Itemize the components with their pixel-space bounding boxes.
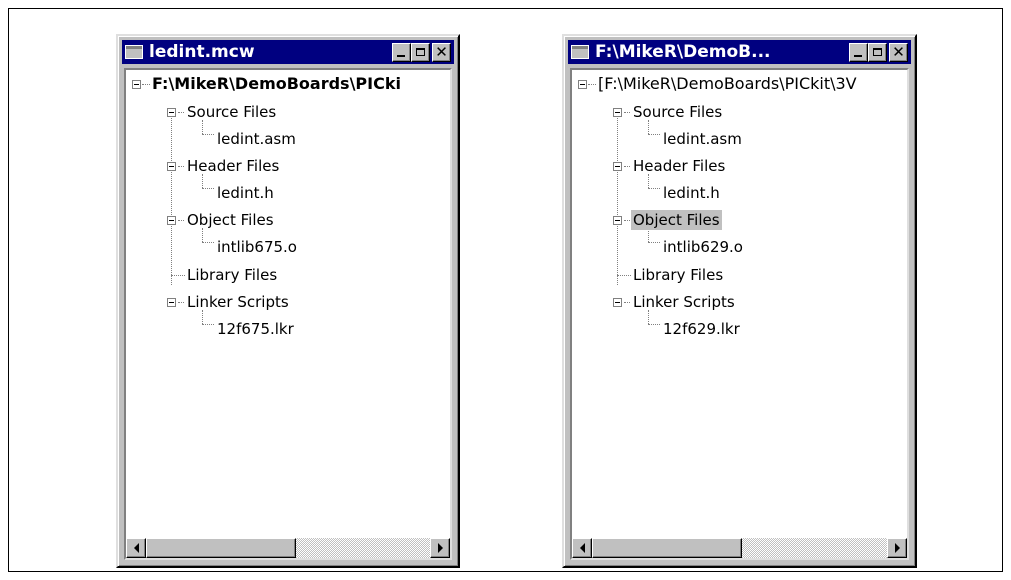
tree-folder-linker-scripts[interactable]: Linker Scripts	[187, 292, 289, 312]
tree-file-ledint-h[interactable]: ledint.h	[217, 183, 274, 203]
horizontal-scrollbar[interactable]	[572, 538, 907, 558]
scroll-thumb[interactable]	[146, 538, 296, 558]
tree-file-intlib675-o[interactable]: intlib675.o	[217, 237, 297, 257]
scroll-track[interactable]	[296, 538, 430, 558]
tree-line	[178, 112, 184, 113]
tree-line	[202, 174, 203, 188]
tree-line	[648, 310, 649, 324]
tree-line	[202, 242, 214, 243]
horizontal-scrollbar[interactable]	[126, 538, 450, 558]
tree-line	[624, 166, 630, 167]
arrow-left-icon	[579, 543, 585, 553]
tree-line	[624, 302, 630, 303]
title-bar[interactable]: F:\MikeR\DemoB... ✕	[568, 40, 911, 64]
tree-line	[142, 84, 150, 85]
project-tree-panel: F:\MikeR\DemoBoards\PICki Source Files l…	[124, 68, 452, 560]
minimize-button[interactable]	[392, 42, 411, 62]
collapse-toggle-root[interactable]	[578, 80, 587, 89]
tree-line	[202, 324, 214, 325]
tree-folder-library-files[interactable]: Library Files	[187, 265, 277, 285]
window-icon[interactable]	[571, 45, 589, 59]
tree-line	[624, 220, 630, 221]
close-icon: ✕	[435, 42, 448, 61]
tree-line	[648, 120, 649, 134]
arrow-right-icon	[437, 543, 443, 553]
close-button[interactable]: ✕	[889, 42, 908, 62]
tree-folder-source-files[interactable]: Source Files	[633, 102, 722, 122]
tree-file-intlib629-o[interactable]: intlib629.o	[663, 237, 743, 257]
window-title: F:\MikeR\DemoB...	[595, 42, 771, 62]
collapse-toggle-linker-scripts[interactable]	[613, 298, 622, 307]
scroll-right-button[interactable]	[430, 538, 450, 558]
collapse-toggle-object-files[interactable]	[167, 216, 176, 225]
scroll-left-button[interactable]	[126, 538, 146, 558]
project-tree: F:\MikeR\DemoBoards\PICki Source Files l…	[126, 70, 450, 534]
maximize-icon	[416, 48, 425, 56]
scroll-track[interactable]	[742, 538, 887, 558]
tree-root-project[interactable]: [F:\MikeR\DemoBoards\PICkit\3V	[598, 74, 857, 94]
collapse-toggle-source-files[interactable]	[613, 108, 622, 117]
arrow-right-icon	[894, 543, 900, 553]
title-bar[interactable]: ledint.mcw ✕	[122, 40, 454, 64]
minimize-button[interactable]	[849, 42, 868, 62]
tree-line	[648, 324, 660, 325]
project-window-demoboards: F:\MikeR\DemoB... ✕ [F:\MikeR\DemoBoards…	[562, 34, 917, 568]
tree-line	[648, 228, 649, 242]
tree-file-12f629-lkr[interactable]: 12f629.lkr	[663, 319, 740, 339]
project-window-ledint: ledint.mcw ✕ F:\MikeR\DemoBoards\PICki S…	[116, 34, 460, 568]
tree-line	[202, 310, 203, 324]
collapse-toggle-header-files[interactable]	[613, 162, 622, 171]
maximize-button[interactable]	[411, 42, 430, 62]
scroll-right-button[interactable]	[887, 538, 907, 558]
tree-root-project[interactable]: F:\MikeR\DemoBoards\PICki	[152, 74, 401, 94]
tree-line	[648, 134, 660, 135]
tree-line	[617, 275, 631, 276]
project-tree: [F:\MikeR\DemoBoards\PICkit\3V Source Fi…	[572, 70, 907, 534]
tree-line	[648, 242, 660, 243]
tree-line	[178, 302, 184, 303]
tree-folder-library-files[interactable]: Library Files	[633, 265, 723, 285]
tree-line	[624, 112, 630, 113]
scroll-left-button[interactable]	[572, 538, 592, 558]
tree-line	[648, 174, 649, 188]
collapse-toggle-header-files[interactable]	[167, 162, 176, 171]
window-icon[interactable]	[125, 45, 143, 59]
tree-file-12f675-lkr[interactable]: 12f675.lkr	[217, 319, 294, 339]
tree-folder-linker-scripts[interactable]: Linker Scripts	[633, 292, 735, 312]
minimize-icon	[854, 54, 862, 57]
tree-folder-object-files[interactable]: Object Files	[187, 210, 274, 230]
tree-line	[202, 188, 214, 189]
scroll-thumb[interactable]	[592, 538, 742, 558]
close-icon: ✕	[892, 42, 905, 61]
minimize-icon	[397, 54, 405, 57]
window-title: ledint.mcw	[149, 42, 255, 62]
tree-folder-header-files[interactable]: Header Files	[633, 156, 725, 176]
tree-file-ledint-asm[interactable]: ledint.asm	[663, 129, 742, 149]
tree-line	[178, 220, 184, 221]
project-tree-panel: [F:\MikeR\DemoBoards\PICkit\3V Source Fi…	[570, 68, 909, 560]
tree-line	[178, 166, 184, 167]
maximize-button[interactable]	[868, 42, 887, 62]
tree-line	[202, 228, 203, 242]
collapse-toggle-linker-scripts[interactable]	[167, 298, 176, 307]
tree-line	[171, 110, 172, 285]
tree-folder-source-files[interactable]: Source Files	[187, 102, 276, 122]
tree-line	[171, 275, 185, 276]
tree-folder-object-files-selected[interactable]: Object Files	[631, 210, 722, 230]
tree-folder-header-files[interactable]: Header Files	[187, 156, 279, 176]
close-button[interactable]: ✕	[432, 42, 451, 62]
tree-file-ledint-h[interactable]: ledint.h	[663, 183, 720, 203]
collapse-toggle-root[interactable]	[132, 80, 141, 89]
tree-line	[588, 84, 596, 85]
tree-line	[202, 134, 214, 135]
tree-line	[648, 188, 660, 189]
collapse-toggle-object-files[interactable]	[613, 216, 622, 225]
collapse-toggle-source-files[interactable]	[167, 108, 176, 117]
maximize-icon	[873, 48, 882, 56]
tree-file-ledint-asm[interactable]: ledint.asm	[217, 129, 296, 149]
tree-line	[202, 120, 203, 134]
tree-line	[617, 110, 618, 285]
arrow-left-icon	[133, 543, 139, 553]
